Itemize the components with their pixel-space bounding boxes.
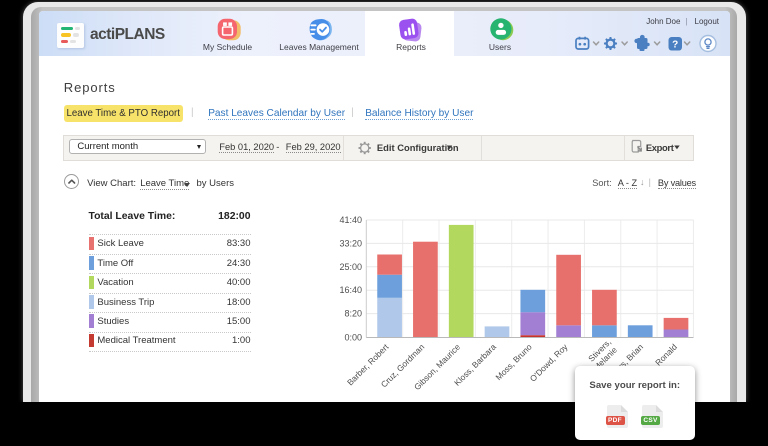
svg-text:16:40: 16:40	[339, 285, 362, 295]
svg-text:33:20: 33:20	[339, 238, 362, 248]
svg-text:41:40: 41:40	[339, 215, 362, 225]
svg-text:O'Dowd, Roy: O'Dowd, Roy	[528, 341, 570, 383]
svg-text:25:00: 25:00	[339, 262, 362, 272]
svg-text:?: ?	[672, 39, 678, 50]
svg-text:8:20: 8:20	[344, 309, 362, 319]
svg-text:0:00: 0:00	[344, 333, 362, 343]
